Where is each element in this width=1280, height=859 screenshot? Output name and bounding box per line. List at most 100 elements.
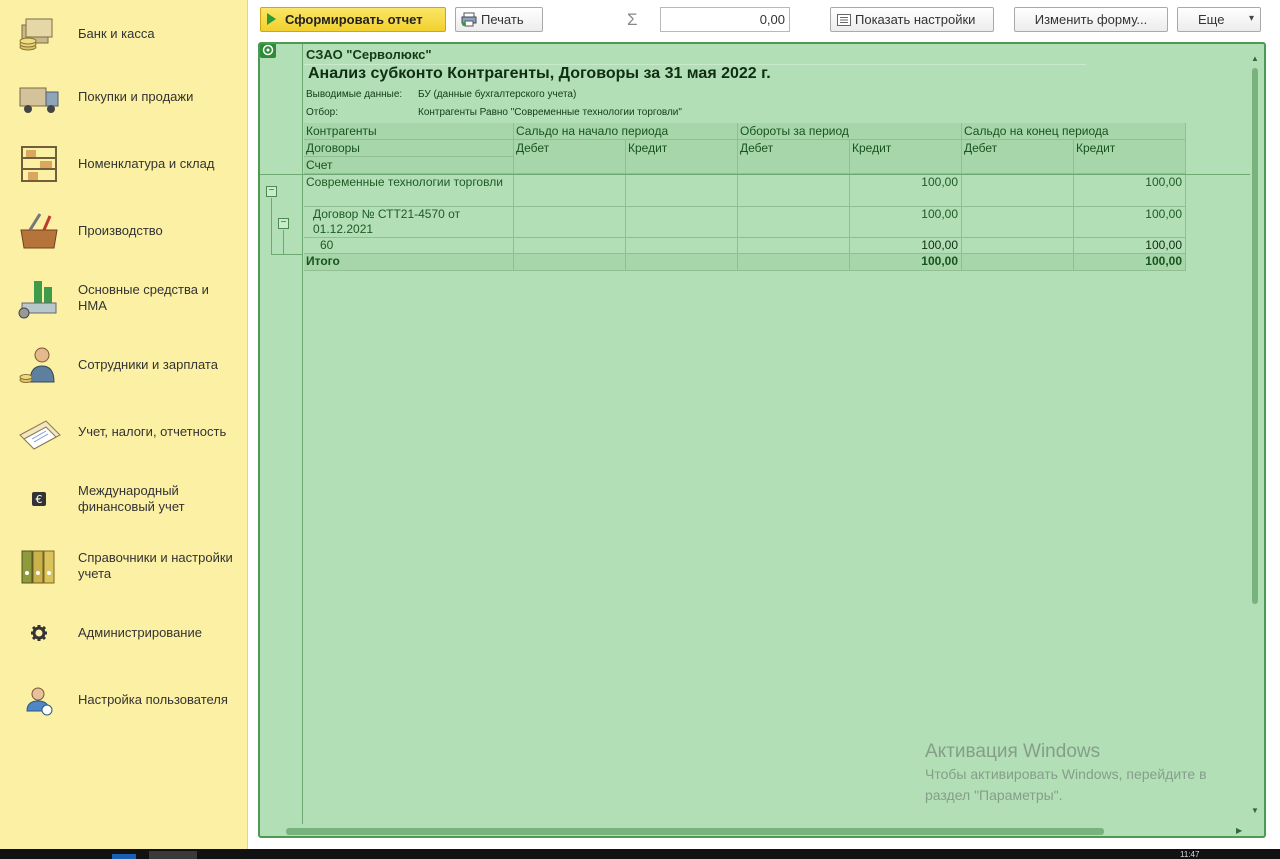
row-counterparty-turn-ct[interactable]: 100,00 bbox=[850, 175, 962, 207]
nav-label-references-settings: Справочники и настройки учета bbox=[78, 549, 233, 581]
report-title: Анализ субконто Контрагенты, Договоры за… bbox=[308, 65, 771, 82]
print-label: Печать bbox=[481, 12, 524, 27]
row-counterparty-name[interactable]: Современные технологии торговли bbox=[304, 175, 514, 207]
nav-references-settings[interactable]: Справочники и настройки учета bbox=[0, 532, 248, 599]
row-account-close-ct[interactable]: 100,00 bbox=[1074, 238, 1186, 254]
total-label[interactable]: Итого bbox=[304, 254, 514, 271]
horizontal-scrollbar[interactable]: ▶ bbox=[276, 826, 1246, 836]
row-contract-turn-dt[interactable] bbox=[738, 207, 850, 238]
nav-administration[interactable]: Администрирование bbox=[0, 599, 248, 666]
row-contract-turn-ct[interactable]: 100,00 bbox=[850, 207, 962, 238]
row-account-open-ct[interactable] bbox=[626, 238, 738, 254]
row-account-turn-dt[interactable] bbox=[738, 238, 850, 254]
collapse-contract-toggle[interactable]: − bbox=[278, 218, 289, 229]
row-counterparty-open-ct[interactable] bbox=[626, 175, 738, 207]
row-contract-open-dt[interactable] bbox=[514, 207, 626, 238]
row-contract-open-ct[interactable] bbox=[626, 207, 738, 238]
nav-label-user-settings: Настройка пользователя bbox=[78, 691, 228, 707]
row-account-turn-ct[interactable]: 100,00 bbox=[850, 238, 962, 254]
header-closing-balance: Сальдо на конец периода bbox=[962, 123, 1186, 140]
documents-icon bbox=[16, 409, 62, 455]
total-turn-dt[interactable] bbox=[738, 254, 850, 271]
row-account-name[interactable]: 60 bbox=[304, 238, 514, 254]
nav-label-employees-salary: Сотрудники и зарплата bbox=[78, 356, 218, 372]
gutter-divider bbox=[302, 44, 303, 824]
printer-icon bbox=[461, 12, 477, 30]
windows-taskbar: 11:47 bbox=[0, 849, 1280, 859]
taskbar-app-icon-2[interactable] bbox=[149, 851, 197, 859]
row-counterparty-turn-dt[interactable] bbox=[738, 175, 850, 207]
taskbar-app-icon[interactable] bbox=[112, 854, 136, 859]
header-contracts: Договоры bbox=[304, 140, 514, 157]
nav-employees-salary[interactable]: Сотрудники и зарплата bbox=[0, 331, 248, 398]
nav-label-production: Производство bbox=[78, 222, 163, 238]
user-settings-icon bbox=[16, 677, 62, 723]
total-turn-ct[interactable]: 100,00 bbox=[850, 254, 962, 271]
truck-icon bbox=[16, 74, 62, 120]
row-counterparty-close-dt[interactable] bbox=[962, 175, 1074, 207]
collapse-counterparty-toggle[interactable]: − bbox=[266, 186, 277, 197]
nav-label-fixed-assets: Основные средства и НМА bbox=[78, 281, 209, 313]
row-account-open-dt[interactable] bbox=[514, 238, 626, 254]
horizontal-scroll-thumb[interactable] bbox=[286, 828, 1104, 835]
filter-label: Отбор: bbox=[306, 107, 338, 118]
nav-nomenclature-warehouse[interactable]: Номенклатура и склад bbox=[0, 130, 248, 197]
generate-report-button[interactable]: Сформировать отчет bbox=[260, 7, 446, 32]
nav-user-settings[interactable]: Настройка пользователя bbox=[0, 666, 248, 733]
chevron-down-icon: ▾ bbox=[1249, 13, 1255, 24]
show-settings-button[interactable]: Показать настройки bbox=[830, 7, 994, 32]
nav-bank-cash[interactable]: Банк и касса bbox=[0, 0, 248, 67]
tree-line-1 bbox=[271, 198, 272, 254]
row-counterparty-close-ct[interactable]: 100,00 bbox=[1074, 175, 1186, 207]
more-button[interactable]: Еще ▾ bbox=[1177, 7, 1261, 32]
row-contract-close-ct[interactable]: 100,00 bbox=[1074, 207, 1186, 238]
activation-line1: Чтобы активировать Windows, перейдите в bbox=[925, 766, 1207, 782]
nav-accounting-taxes[interactable]: Учет, налоги, отчетность bbox=[0, 398, 248, 465]
scroll-right-arrow[interactable]: ▶ bbox=[1236, 826, 1246, 836]
report-toolbar: Сформировать отчет Печать Σ 0,00 Показат… bbox=[248, 0, 1280, 40]
scroll-down-arrow[interactable]: ▼ bbox=[1251, 806, 1259, 816]
scroll-up-arrow[interactable]: ▲ bbox=[1251, 54, 1259, 64]
row-account-close-dt[interactable] bbox=[962, 238, 1074, 254]
warehouse-shelf-icon bbox=[16, 141, 62, 187]
filter-value: Контрагенты Равно "Современные технологи… bbox=[418, 107, 682, 118]
nav-label-international-accounting: Международный финансовый учет bbox=[78, 482, 185, 514]
nav-label-purchases-sales: Покупки и продажи bbox=[78, 88, 194, 104]
tree-line-2 bbox=[283, 230, 284, 254]
generate-report-label: Сформировать отчет bbox=[285, 12, 423, 27]
total-open-dt[interactable] bbox=[514, 254, 626, 271]
bank-cash-icon bbox=[16, 11, 62, 57]
change-form-button[interactable]: Изменить форму... bbox=[1014, 7, 1168, 32]
vertical-scroll-thumb[interactable] bbox=[1252, 68, 1258, 604]
print-button[interactable]: Печать bbox=[455, 7, 543, 32]
tree-line-3 bbox=[271, 254, 302, 255]
app-window: Банк и касса Покупки и продажи Номенклат… bbox=[0, 0, 1280, 859]
binders-icon bbox=[16, 543, 62, 589]
row-contract-close-dt[interactable] bbox=[962, 207, 1074, 238]
organization-name: СЗАО "Серволюкс" bbox=[306, 47, 432, 62]
total-open-ct[interactable] bbox=[626, 254, 738, 271]
nav-production[interactable]: Производство bbox=[0, 197, 248, 264]
taskbar-clock[interactable]: 11:47 bbox=[1180, 851, 1199, 859]
row-contract-name[interactable]: Договор № СТТ21-4570 от 01.12.2021 bbox=[304, 207, 514, 238]
nav-international-accounting[interactable]: € Международный финансовый учет bbox=[0, 465, 248, 532]
header-opening-credit: Кредит bbox=[626, 140, 738, 174]
settings-list-icon bbox=[837, 14, 851, 29]
total-close-ct[interactable]: 100,00 bbox=[1074, 254, 1186, 271]
employee-icon bbox=[16, 342, 62, 388]
total-close-dt[interactable] bbox=[962, 254, 1074, 271]
vertical-scrollbar[interactable]: ▲ ▼ bbox=[1251, 54, 1259, 816]
header-turnover: Обороты за период bbox=[738, 123, 962, 140]
row-counterparty-open-dt[interactable] bbox=[514, 175, 626, 207]
header-counterparties: Контрагенты bbox=[304, 123, 514, 140]
nav-label-bank-cash: Банк и касса bbox=[78, 25, 155, 41]
header-turnover-credit: Кредит bbox=[850, 140, 962, 174]
nav-label-administration: Администрирование bbox=[78, 624, 202, 640]
report-settings-icon[interactable] bbox=[260, 44, 276, 58]
nav-fixed-assets[interactable]: Основные средства и НМА bbox=[0, 264, 248, 331]
sum-value-field[interactable]: 0,00 bbox=[660, 7, 790, 32]
nav-purchases-sales[interactable]: Покупки и продажи bbox=[0, 63, 248, 130]
report-spreadsheet[interactable]: СЗАО "Серволюкс" Анализ субконто Контраг… bbox=[258, 42, 1266, 838]
output-data-value: БУ (данные бухгалтерского учета) bbox=[418, 89, 577, 100]
svg-text:€: € bbox=[36, 493, 43, 506]
